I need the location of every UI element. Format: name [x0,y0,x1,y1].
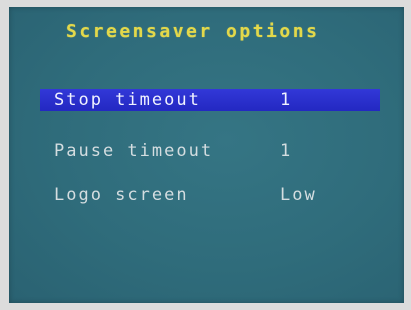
menu-item-label: Logo screen [54,185,189,205]
menu-item-pause-timeout[interactable]: Pause timeout 1 [40,140,380,162]
menu-item-label: Stop timeout [54,90,201,110]
menu-item-value: Low [280,185,317,205]
menu-item-value: 1 [280,141,293,161]
menu-item-logo-screen[interactable]: Logo screen Low [40,184,380,206]
menu-item-value: 1 [280,90,293,110]
menu-item-stop-timeout[interactable]: Stop timeout 1 [40,89,380,111]
screensaver-options-menu: Screensaver options Stop timeout 1 Pause… [9,7,404,303]
menu-item-label: Pause timeout [54,141,214,161]
menu-title: Screensaver options [66,21,320,42]
screen-frame: Screensaver options Stop timeout 1 Pause… [0,0,411,310]
